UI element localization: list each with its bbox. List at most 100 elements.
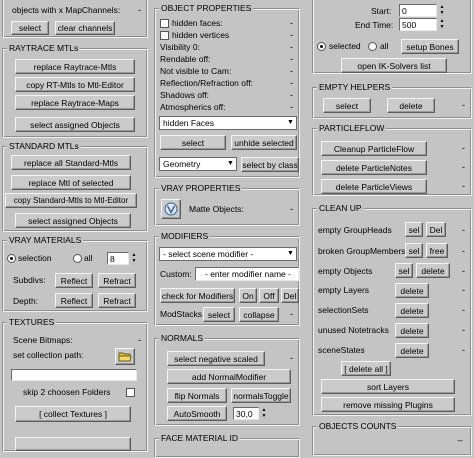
remove-missing-plugins-button[interactable]: remove missing Plugins (321, 397, 455, 412)
empty-objects-delete-button[interactable]: delete (416, 263, 450, 278)
setup-bones-button[interactable]: setup Bones (401, 39, 459, 54)
vray-number-field[interactable]: 8 (107, 252, 129, 265)
all-objects-radio-label: all (380, 41, 389, 51)
groupheads-del-button[interactable]: Del (426, 222, 446, 237)
modifier-off-button[interactable]: Off (259, 288, 279, 303)
hidden-faces-dropdown[interactable]: hidden Faces ▼ (159, 116, 297, 130)
open-ik-solvers-button[interactable]: open IK-Solvers list (341, 58, 447, 73)
empty-layers-delete-button[interactable]: delete (395, 283, 429, 298)
autosmooth-value-field[interactable]: 30,0 (233, 407, 259, 420)
modifier-del-button[interactable]: Del (281, 288, 299, 303)
class-dropdown[interactable]: Geometry ▼ (159, 157, 237, 171)
groupheads-value: - (462, 225, 465, 235)
empty-helpers-delete-button[interactable]: delete (387, 98, 435, 113)
copy-standard-mtls-button[interactable]: copy Standard-Mtls to Mtl-Editor (5, 193, 137, 208)
flip-normals-button[interactable]: flip Normals (167, 388, 227, 403)
end-time-field[interactable]: 500 (399, 18, 437, 31)
hidden-faces-label: hidden faces: (172, 18, 223, 28)
delete-particlenotes-button[interactable]: delete ParticleNotes (321, 160, 427, 175)
modstacks-select-button[interactable]: select (203, 307, 235, 322)
select-mapchannels-button[interactable]: select (11, 21, 49, 35)
renderable-label: Rendable off: (160, 54, 211, 64)
normals-toggle-button[interactable]: normalsToggle (231, 388, 291, 403)
selection-radio[interactable] (7, 254, 16, 263)
groupmembers-free-button[interactable]: free (426, 243, 448, 258)
clear-channels-button[interactable]: clear channels (55, 21, 115, 35)
modstacks-value: - (290, 309, 293, 319)
vray-materials-title: VRAY MATERIALS (7, 235, 84, 246)
scene-modifier-dropdown[interactable]: - select scene modifier - ▼ (159, 247, 297, 261)
scene-states-delete-button[interactable]: delete (395, 343, 429, 358)
add-normal-modifier-button[interactable]: add NormalModifier (167, 369, 291, 384)
collection-path-field[interactable] (11, 369, 137, 381)
reflection-label: Reflection/Refraction off: (160, 78, 253, 88)
skip-folders-checkbox[interactable] (126, 388, 135, 397)
select-assigned-standard-button[interactable]: select assigned Objects (15, 213, 131, 228)
end-time-spinner[interactable]: ▲ ▼ (438, 18, 446, 30)
raytrace-mtls-title: RAYTRACE MTLs (7, 43, 81, 54)
start-label: Start: (371, 6, 392, 16)
particleflow-value: - (462, 143, 465, 153)
all-objects-radio[interactable] (368, 42, 377, 51)
collect-textures-button[interactable]: [ collect Textures ] (15, 406, 131, 422)
replace-selected-button[interactable]: replace Mtl of selected (11, 175, 131, 190)
reflection-value: - (290, 78, 293, 88)
sort-layers-button[interactable]: sort Layers (321, 379, 455, 394)
mapchannels-value: - (138, 5, 141, 15)
vray-properties-title: VRAY PROPERTIES (159, 183, 243, 194)
vray-matte-button[interactable] (161, 199, 181, 219)
autosmooth-spinner[interactable]: ▲ ▼ (260, 407, 268, 419)
groupheads-sel-button[interactable]: sel (405, 222, 423, 237)
number-spinner[interactable]: ▲ ▼ (130, 252, 138, 264)
notetracks-value: - (462, 325, 465, 335)
depth-reflect-button[interactable]: Reflect (55, 293, 93, 308)
selection-sets-delete-button[interactable]: delete (395, 303, 429, 318)
normals-title: NORMALS (159, 333, 206, 344)
check-for-modifiers-button[interactable]: check for Modifiers (160, 288, 235, 303)
folder-browse-button[interactable] (115, 348, 135, 365)
custom-modifier-input[interactable]: - enter modifier name - (195, 267, 299, 281)
cleanup-particleflow-button[interactable]: Cleanup ParticleFlow (321, 141, 427, 156)
selected-radio[interactable] (317, 42, 326, 51)
subdivs-reflect-button[interactable]: Reflect (55, 273, 93, 288)
start-value-field[interactable]: 0 (399, 4, 437, 17)
empty-objects-label: empty Objects (318, 266, 373, 276)
unhide-selected-button[interactable]: unhide selected (231, 135, 297, 150)
replace-all-standard-button[interactable]: replace all Standard-Mtls (11, 155, 131, 170)
scene-states-label: sceneStates (318, 345, 365, 355)
all-radio[interactable] (73, 254, 82, 263)
groupmembers-sel-button[interactable]: sel (405, 243, 423, 258)
empty-objects-sel-button[interactable]: sel (395, 263, 413, 278)
textures-partial-button[interactable] (15, 437, 131, 451)
empty-helpers-group: EMPTY HELPERS select delete - (312, 82, 472, 119)
broken-groupmembers-label: broken GroupMembers (318, 246, 406, 256)
subdivs-label: Subdivs: (13, 275, 46, 285)
cleanup-group: CLEAN UP empty GroupHeads sel Del - brok… (312, 203, 472, 416)
select-negative-scaled-button[interactable]: select negative scaled (167, 351, 265, 366)
hidden-faces-checkbox[interactable] (160, 19, 169, 28)
depth-refract-button[interactable]: Refract (98, 293, 136, 308)
select-assigned-raytrace-button[interactable]: select assigned Objects (15, 117, 135, 132)
empty-helpers-select-button[interactable]: select (323, 98, 371, 113)
standard-mtls-title: STANDARD MTLs (7, 141, 81, 152)
select-properties-button[interactable]: select (160, 135, 226, 150)
selection-radio-label: selection (18, 253, 52, 263)
atmospherics-value: - (290, 102, 293, 112)
hidden-vertices-checkbox[interactable] (160, 31, 169, 40)
start-spinner[interactable]: ▲ ▼ (438, 4, 446, 16)
replace-raytrace-mtls-button[interactable]: replace Raytrace-Mtls (15, 59, 135, 74)
select-by-class-button[interactable]: select by class (241, 157, 299, 172)
chevron-down-icon: ▼ (287, 250, 294, 257)
modifier-on-button[interactable]: On (239, 288, 257, 303)
modstacks-collapse-button[interactable]: collapse (239, 307, 279, 322)
delete-all-button[interactable]: [ delete all ] (341, 361, 391, 376)
end-time-label: End Time: (355, 20, 394, 30)
notetracks-delete-button[interactable]: delete (395, 323, 429, 338)
subdivs-refract-button[interactable]: Refract (98, 273, 136, 288)
unused-notetracks-label: unused Notetracks (318, 325, 389, 335)
autosmooth-button[interactable]: AutoSmooth (167, 406, 227, 421)
copy-rt-mtls-button[interactable]: copy RT-Mtls to Mtl-Editor (15, 77, 135, 92)
delete-particleviews-button[interactable]: delete ParticleViews (321, 179, 427, 194)
replace-raytrace-maps-button[interactable]: replace Raytrace-Maps (15, 95, 135, 110)
skip-folders-label: skip 2 choosen Folders (23, 387, 111, 397)
